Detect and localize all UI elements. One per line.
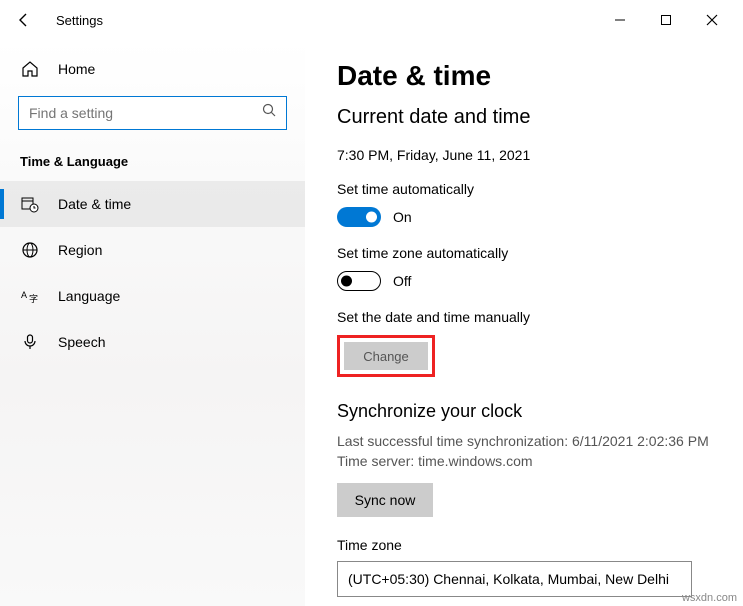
- sync-last: Last successful time synchronization: 6/…: [337, 432, 711, 452]
- current-datetime: 7:30 PM, Friday, June 11, 2021: [337, 147, 711, 163]
- window-title: Settings: [56, 13, 103, 28]
- home-nav[interactable]: Home: [0, 48, 305, 90]
- svg-text:A: A: [21, 290, 27, 300]
- svg-text:字: 字: [29, 293, 38, 304]
- search-icon: [262, 103, 277, 123]
- language-icon: A字: [20, 287, 40, 305]
- back-button[interactable]: [8, 4, 40, 36]
- main-content: Date & time Current date and time 7:30 P…: [305, 40, 743, 606]
- nav-language[interactable]: A字 Language: [0, 273, 305, 319]
- auto-tz-label: Set time zone automatically: [337, 245, 711, 261]
- microphone-icon: [20, 333, 40, 351]
- titlebar: Settings: [0, 0, 743, 40]
- auto-time-state: On: [393, 209, 412, 225]
- tz-label: Time zone: [337, 537, 711, 553]
- auto-time-toggle[interactable]: [337, 207, 381, 227]
- close-button[interactable]: [689, 4, 735, 36]
- section-header: Time & Language: [0, 148, 305, 181]
- home-label: Home: [58, 61, 95, 77]
- calendar-clock-icon: [20, 195, 40, 213]
- nav-label: Language: [58, 288, 120, 304]
- manual-label: Set the date and time manually: [337, 309, 711, 325]
- auto-time-label: Set time automatically: [337, 181, 711, 197]
- page-title: Date & time: [337, 60, 711, 92]
- search-input[interactable]: [18, 96, 287, 130]
- nav-region[interactable]: Region: [0, 227, 305, 273]
- section-subtitle: Current date and time: [337, 106, 711, 129]
- home-icon: [20, 60, 40, 78]
- minimize-button[interactable]: [597, 4, 643, 36]
- timezone-select[interactable]: [337, 561, 692, 597]
- watermark: wsxdn.com: [682, 592, 737, 604]
- close-icon: [706, 14, 718, 26]
- arrow-left-icon: [16, 12, 32, 28]
- nav-label: Date & time: [58, 196, 131, 212]
- auto-tz-state: Off: [393, 273, 411, 289]
- nav-label: Region: [58, 242, 102, 258]
- nav-speech[interactable]: Speech: [0, 319, 305, 365]
- maximize-icon: [660, 14, 672, 26]
- maximize-button[interactable]: [643, 4, 689, 36]
- nav-date-time[interactable]: Date & time: [0, 181, 305, 227]
- sync-meta: Last successful time synchronization: 6/…: [337, 432, 711, 471]
- sync-title: Synchronize your clock: [337, 401, 711, 422]
- sync-server: Time server: time.windows.com: [337, 452, 711, 472]
- minimize-icon: [614, 14, 626, 26]
- change-button[interactable]: Change: [344, 342, 428, 370]
- globe-icon: [20, 241, 40, 259]
- nav-label: Speech: [58, 334, 105, 350]
- auto-tz-toggle[interactable]: [337, 271, 381, 291]
- sidebar: Home Time & Language Date & time Region …: [0, 40, 305, 606]
- sync-button[interactable]: Sync now: [337, 483, 433, 517]
- change-highlight: Change: [337, 335, 435, 377]
